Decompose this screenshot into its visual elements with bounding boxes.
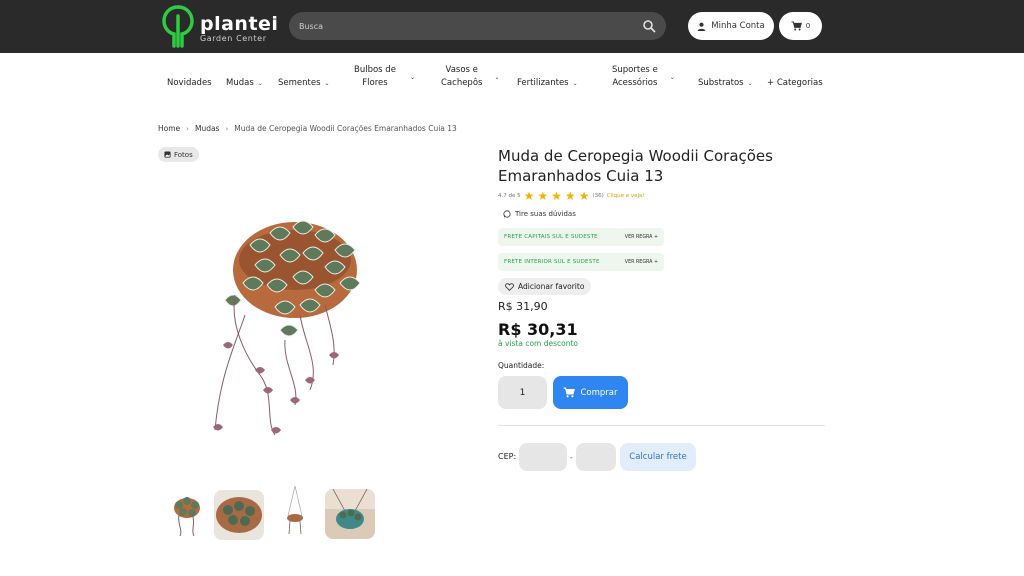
account-label: Minha Conta — [711, 21, 765, 31]
see-rule-button[interactable]: VER REGRA + — [625, 260, 658, 265]
nav-item-vasos[interactable]: Vasos e Cachepôs ⌄ — [441, 64, 500, 90]
cart-icon — [563, 387, 576, 398]
nav-label: Novidades — [167, 78, 212, 88]
chevron-down-icon: ⌄ — [747, 80, 753, 87]
buy-button[interactable]: Comprar — [553, 376, 628, 409]
search-icon[interactable] — [642, 19, 656, 33]
nav-item-fertilizantes[interactable]: Fertilizantes ⌄ — [517, 77, 578, 90]
heart-icon — [505, 282, 514, 291]
quantity-label: Quantidade: — [498, 361, 545, 370]
image-icon — [164, 151, 171, 158]
cep-input-prefix[interactable] — [519, 443, 567, 471]
photos-label: Fotos — [174, 150, 193, 159]
cep-label: CEP: — [498, 452, 517, 461]
rating-count: (36) — [592, 193, 604, 199]
star-icon: ★ — [523, 189, 535, 203]
nav-item-suportes[interactable]: Suportes e Acessórios ⌄ — [612, 64, 675, 90]
see-rule-button[interactable]: VER REGRA + — [625, 235, 658, 240]
nav-item-novidades[interactable]: Novidades — [167, 77, 212, 90]
quantity-field[interactable]: 1 — [498, 376, 547, 409]
shipping-rule-label: FRETE INTERIOR SUL E SUDESTE — [504, 259, 600, 265]
star-icon: ★ — [537, 189, 549, 203]
category-nav: Novidades Mudas ⌄ Sementes ⌄ Bulbos de F… — [0, 53, 1024, 115]
cep-input-suffix[interactable] — [576, 443, 616, 471]
thumbnail-2[interactable] — [214, 490, 264, 540]
shipping-rule-capitals[interactable]: FRETE CAPITAIS SUL E SUDESTE VER REGRA + — [498, 228, 664, 246]
search-bar — [289, 12, 666, 40]
rating-text: 4.7 de 5 — [498, 193, 521, 199]
shipping-rule-interior[interactable]: FRETE INTERIOR SUL E SUDESTE VER REGRA + — [498, 253, 664, 271]
star-icon: ★ — [564, 189, 576, 203]
user-icon — [697, 22, 706, 31]
chevron-down-icon: ⌄ — [669, 73, 675, 81]
favorite-label: Adicionar favorito — [518, 282, 585, 291]
nav-item-mudas[interactable]: Mudas ⌄ — [226, 77, 263, 90]
breadcrumb: Home › Mudas › Muda de Ceropegia Woodii … — [158, 124, 457, 133]
top-bar: plantei Garden Center Minha Conta 0 — [0, 0, 1024, 53]
product-rating: 4.7 de 5 ★ ★ ★ ★ ★ (36) Clique e veja! — [498, 190, 645, 202]
cep-separator: - — [570, 453, 573, 462]
chevron-down-icon: ⌄ — [572, 80, 578, 87]
add-favorite-button[interactable]: Adicionar favorito — [498, 278, 592, 295]
nav-label: Sementes — [278, 78, 321, 88]
nav-item-substratos[interactable]: Substratos ⌄ — [698, 77, 753, 90]
plantei-logo[interactable]: plantei Garden Center — [160, 4, 280, 50]
chevron-right-icon: › — [225, 124, 229, 133]
account-button[interactable]: Minha Conta — [688, 12, 774, 40]
star-icon: ★ — [551, 189, 562, 203]
chevron-right-icon: › — [186, 124, 189, 133]
cart-icon — [791, 21, 802, 31]
breadcrumb-current: Muda de Ceropegia Woodii Corações Emaran… — [234, 124, 457, 133]
logo-name: plantei — [200, 13, 279, 35]
thumbnail-4[interactable] — [325, 489, 375, 539]
buy-label: Comprar — [580, 387, 618, 398]
divider — [498, 425, 825, 426]
nav-item-sementes[interactable]: Sementes ⌄ — [278, 77, 330, 90]
star-icon: ★ — [578, 189, 590, 203]
ask-question-link[interactable]: Tire suas dúvidas — [503, 210, 576, 218]
shipping-rule-label: FRETE CAPITAIS SUL E SUDESTE — [504, 234, 598, 240]
breadcrumb-category[interactable]: Mudas — [195, 124, 220, 133]
whatsapp-icon — [503, 210, 511, 218]
chevron-down-icon: ⌄ — [324, 80, 330, 87]
logo-subtitle: Garden Center — [200, 34, 267, 43]
search-input[interactable] — [289, 12, 629, 40]
original-price: R$ 31,90 — [498, 300, 548, 313]
calculate-shipping-button[interactable]: Calcular frete — [620, 443, 696, 471]
discount-price: R$ 30,31 — [498, 320, 578, 339]
chevron-down-icon: ⌄ — [494, 73, 500, 81]
nav-item-bulbos[interactable]: Bulbos de Flores ⌄ — [354, 64, 415, 90]
nav-label: Suportes e Acessórios — [612, 65, 658, 88]
product-title: Muda de Ceropegia Woodii Corações Emaran… — [498, 147, 773, 185]
thumbnail-1[interactable] — [165, 490, 215, 540]
nav-label: Bulbos de Flores — [354, 65, 396, 88]
tree-logo-icon — [162, 5, 194, 48]
rating-link[interactable]: Clique e veja! — [607, 193, 645, 199]
product-main-image[interactable] — [205, 205, 375, 445]
chevron-down-icon: ⌄ — [409, 73, 415, 81]
thumbnail-3[interactable] — [270, 486, 320, 536]
cart-button[interactable]: 0 — [779, 12, 822, 40]
price-note: à vista com desconto — [498, 339, 579, 348]
breadcrumb-home[interactable]: Home — [158, 124, 180, 133]
nav-item-more-categories[interactable]: + Categorias — [767, 77, 823, 90]
nav-label: + Categorias — [767, 78, 823, 88]
cart-count: 0 — [805, 22, 811, 30]
nav-label: Fertilizantes — [517, 78, 569, 88]
question-label: Tire suas dúvidas — [515, 210, 576, 218]
nav-label: Substratos — [698, 78, 744, 88]
nav-label: Vasos e Cachepôs — [441, 65, 483, 88]
photos-badge[interactable]: Fotos — [158, 147, 199, 162]
chevron-down-icon: ⌄ — [257, 80, 263, 87]
nav-label: Mudas — [226, 78, 254, 88]
